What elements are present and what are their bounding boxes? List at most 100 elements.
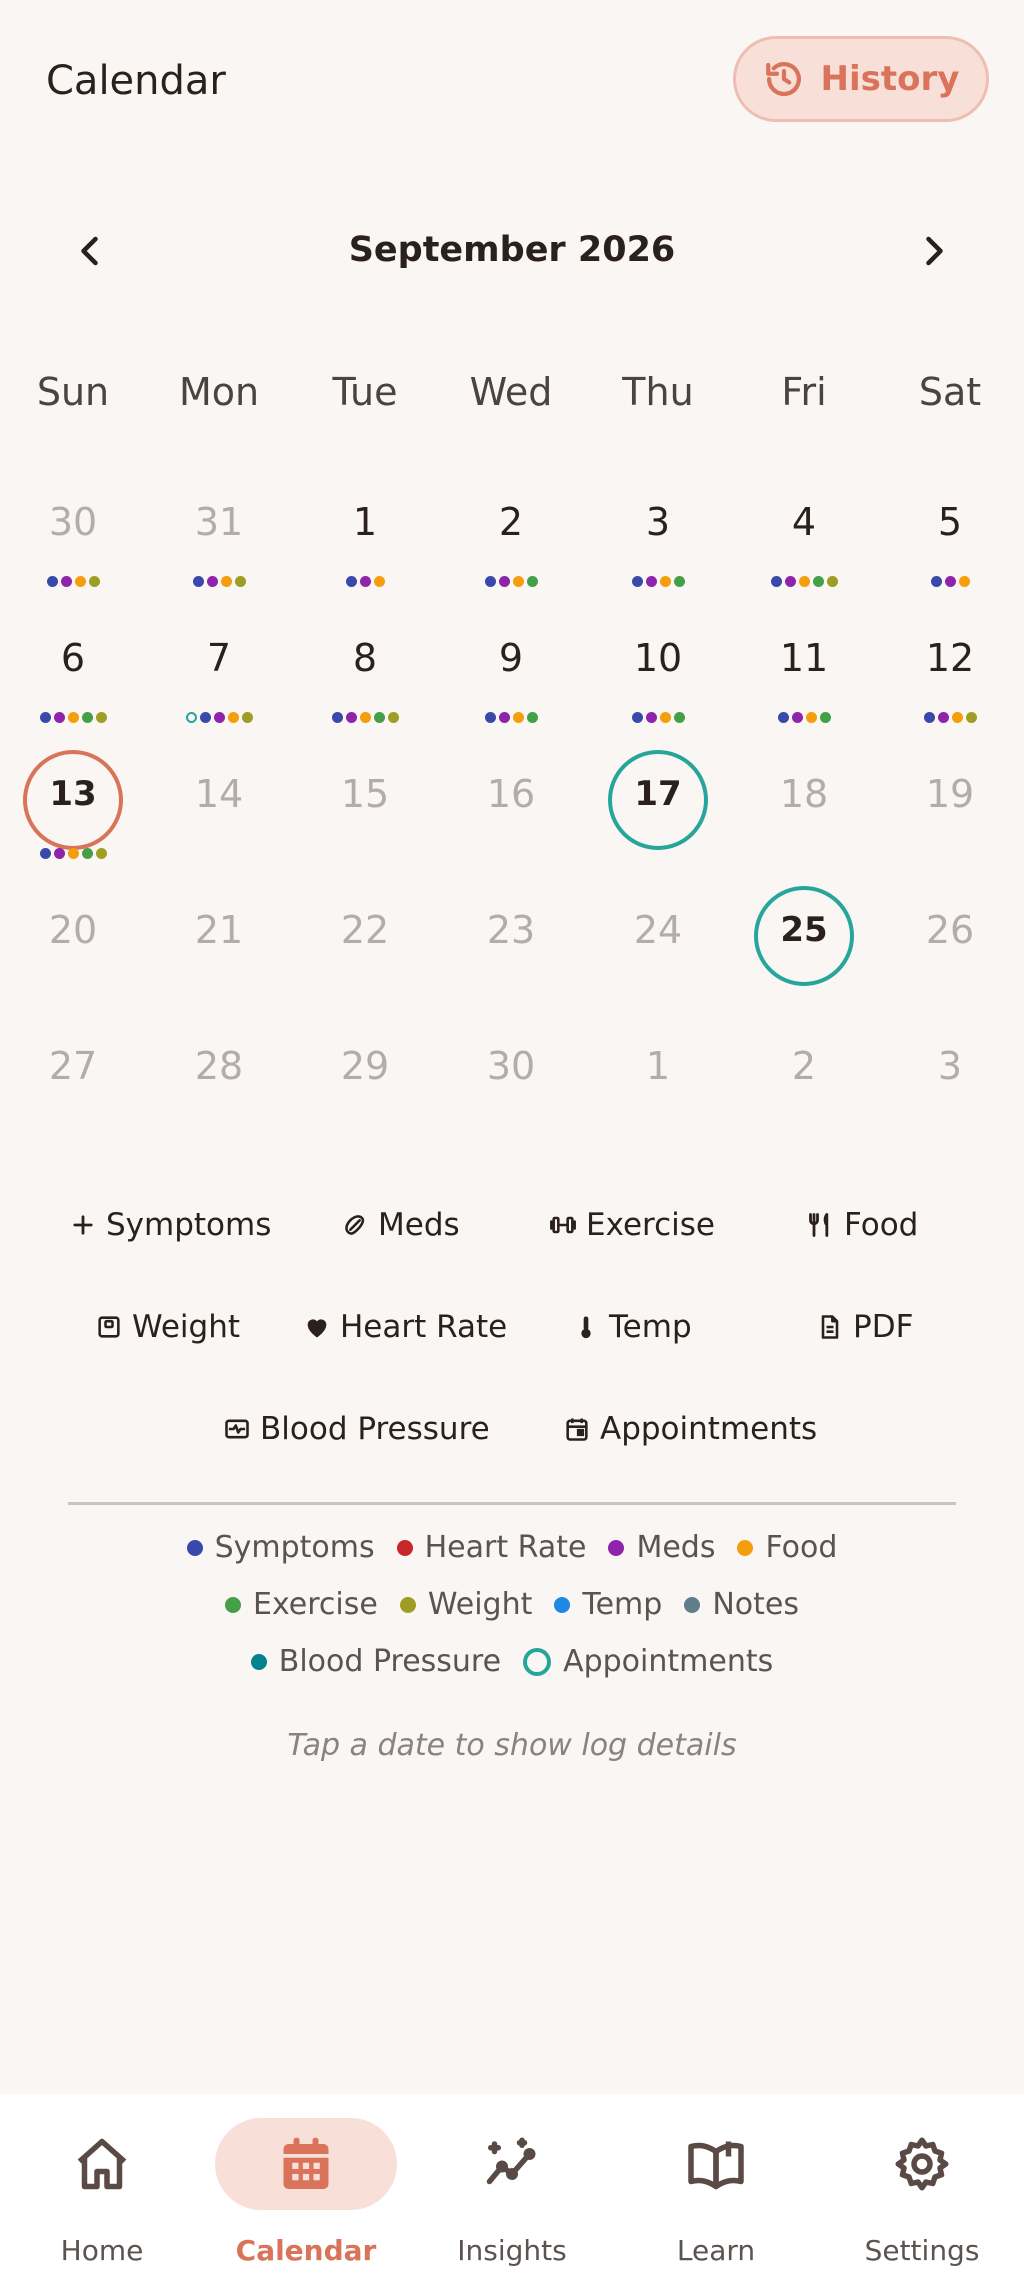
history-icon (765, 62, 801, 96)
calendar-day[interactable]: 12 (877, 606, 1023, 742)
calendar-day[interactable]: 15 (292, 742, 438, 878)
nav-item-calendar[interactable]: Calendar (204, 2094, 408, 2276)
nav-label-settings: Settings (864, 2234, 980, 2267)
log-food-button[interactable]: Food (806, 1195, 918, 1255)
calendar-day[interactable]: 16 (438, 742, 584, 878)
legend-label: Meds (636, 1530, 716, 1565)
log-appointments-button[interactable]: Appointments (562, 1399, 817, 1459)
calendar-day[interactable]: 5 (877, 470, 1023, 606)
history-button-label: History (820, 59, 960, 99)
calendar-day[interactable]: 7 (146, 606, 292, 742)
calendar-day[interactable]: 2 (438, 470, 584, 606)
log-indicator-dots (146, 712, 292, 723)
calendar-day[interactable]: 24 (585, 878, 731, 1014)
meds-dot (60, 576, 72, 587)
calendar-day[interactable]: 22 (292, 878, 438, 1014)
page-title: Calendar (46, 58, 226, 104)
symptoms-dot (777, 712, 789, 723)
calendar-day[interactable]: 26 (877, 878, 1023, 1014)
weekday-header: Sun Mon Tue Wed Thu Fri Sat (0, 370, 1024, 430)
calendar-day[interactable]: 30 (438, 1014, 584, 1150)
nav-item-home[interactable]: Home (0, 2094, 204, 2276)
history-button[interactable]: History (733, 36, 989, 122)
meds-dot-icon (608, 1539, 625, 1556)
weekday-fri: Fri (781, 370, 827, 414)
log-exercise-button[interactable]: Exercise (548, 1195, 715, 1255)
calendar-day[interactable]: 29 (292, 1014, 438, 1150)
weight-dot (88, 576, 100, 587)
calendar-day[interactable]: 31 (146, 470, 292, 606)
calendar-day[interactable]: 20 (0, 878, 146, 1014)
exercise-dot (812, 576, 824, 587)
calendar-day[interactable]: 28 (146, 1014, 292, 1150)
log-indicator-dots (585, 712, 731, 723)
day-number: 3 (645, 500, 671, 544)
day-number: 17 (634, 774, 682, 814)
calendar-day[interactable]: 1 (585, 1014, 731, 1150)
weekday-thu: Thu (622, 370, 694, 414)
calendar-day[interactable]: 6 (0, 606, 146, 742)
legend-row: Exercise Weight Temp Notes (0, 1587, 1024, 1622)
meds-dot (53, 848, 65, 859)
day-number: 26 (925, 908, 975, 952)
log-blood-pressure-button[interactable]: Blood Pressure (222, 1399, 490, 1459)
calendar-day[interactable]: 14 (146, 742, 292, 878)
calendar-day[interactable]: 11 (731, 606, 877, 742)
log-meds-label: Meds (378, 1207, 460, 1243)
legend-item-weight: Weight (399, 1587, 532, 1622)
log-temp-button[interactable]: Temp (571, 1297, 692, 1357)
calendar-day[interactable]: 25 (731, 878, 877, 1014)
symptoms-dot (631, 712, 643, 723)
weekday-mon: Mon (178, 370, 260, 414)
legend-label: Heart Rate (424, 1530, 587, 1565)
nav-item-settings[interactable]: Settings (820, 2094, 1024, 2276)
calendar-day[interactable]: 27 (0, 1014, 146, 1150)
calendar-day[interactable]: 8 (292, 606, 438, 742)
log-temp-label: Temp (609, 1309, 692, 1345)
day-number: 1 (645, 1044, 671, 1088)
log-heart-rate-button[interactable]: Heart Rate (302, 1297, 507, 1357)
log-meds-button[interactable]: Meds (340, 1195, 460, 1255)
pulse-monitor-icon (222, 1414, 252, 1444)
calendar-day[interactable]: 18 (731, 742, 877, 878)
calendar-day[interactable]: 4 (731, 470, 877, 606)
meds-dot (645, 576, 657, 587)
dumbbell-icon (548, 1210, 578, 1240)
day-number: 1 (352, 500, 378, 544)
calendar-day[interactable]: 17 (585, 742, 731, 878)
calendar-day[interactable]: 23 (438, 878, 584, 1014)
weekday-tue: Tue (332, 370, 398, 414)
symptoms-dot (331, 712, 343, 723)
document-icon (815, 1312, 845, 1342)
legend-item-appointments: Appointments (523, 1644, 773, 1679)
legend-item-symptoms: Symptoms (186, 1530, 375, 1565)
section-divider (68, 1502, 956, 1505)
calendar-day[interactable]: 1 (292, 470, 438, 606)
log-weight-button[interactable]: Weight (94, 1297, 240, 1357)
calendar-day[interactable]: 3 (585, 470, 731, 606)
meds-dot (645, 712, 657, 723)
export-pdf-button[interactable]: PDF (815, 1297, 913, 1357)
exercise-dot-icon (225, 1596, 241, 1613)
calendar-day[interactable]: 21 (146, 878, 292, 1014)
symptoms-dot-icon (186, 1539, 203, 1556)
nav-item-learn[interactable]: Learn (614, 2094, 818, 2276)
calendar-day[interactable]: 13 (0, 742, 146, 878)
log-symptoms-button[interactable]: Symptoms (68, 1195, 271, 1255)
calendar-day[interactable]: 2 (731, 1014, 877, 1150)
calendar-day[interactable]: 10 (585, 606, 731, 742)
food-dot (74, 576, 86, 587)
export-pdf-label: PDF (853, 1309, 914, 1345)
calendar-day[interactable]: 19 (877, 742, 1023, 878)
calendar-day[interactable]: 3 (877, 1014, 1023, 1150)
weekday-wed: Wed (469, 370, 553, 414)
calendar-icon (562, 1414, 592, 1444)
nav-item-insights[interactable]: Insights (410, 2094, 614, 2276)
log-indicator-dots (146, 576, 292, 587)
legend-item-food: Food (737, 1530, 837, 1565)
calendar-day[interactable]: 30 (0, 470, 146, 606)
nav-label-insights: Insights (457, 2234, 567, 2267)
calendar-day[interactable]: 9 (438, 606, 584, 742)
next-month-button[interactable] (908, 226, 958, 276)
legend-item-temp: Temp (554, 1587, 662, 1622)
